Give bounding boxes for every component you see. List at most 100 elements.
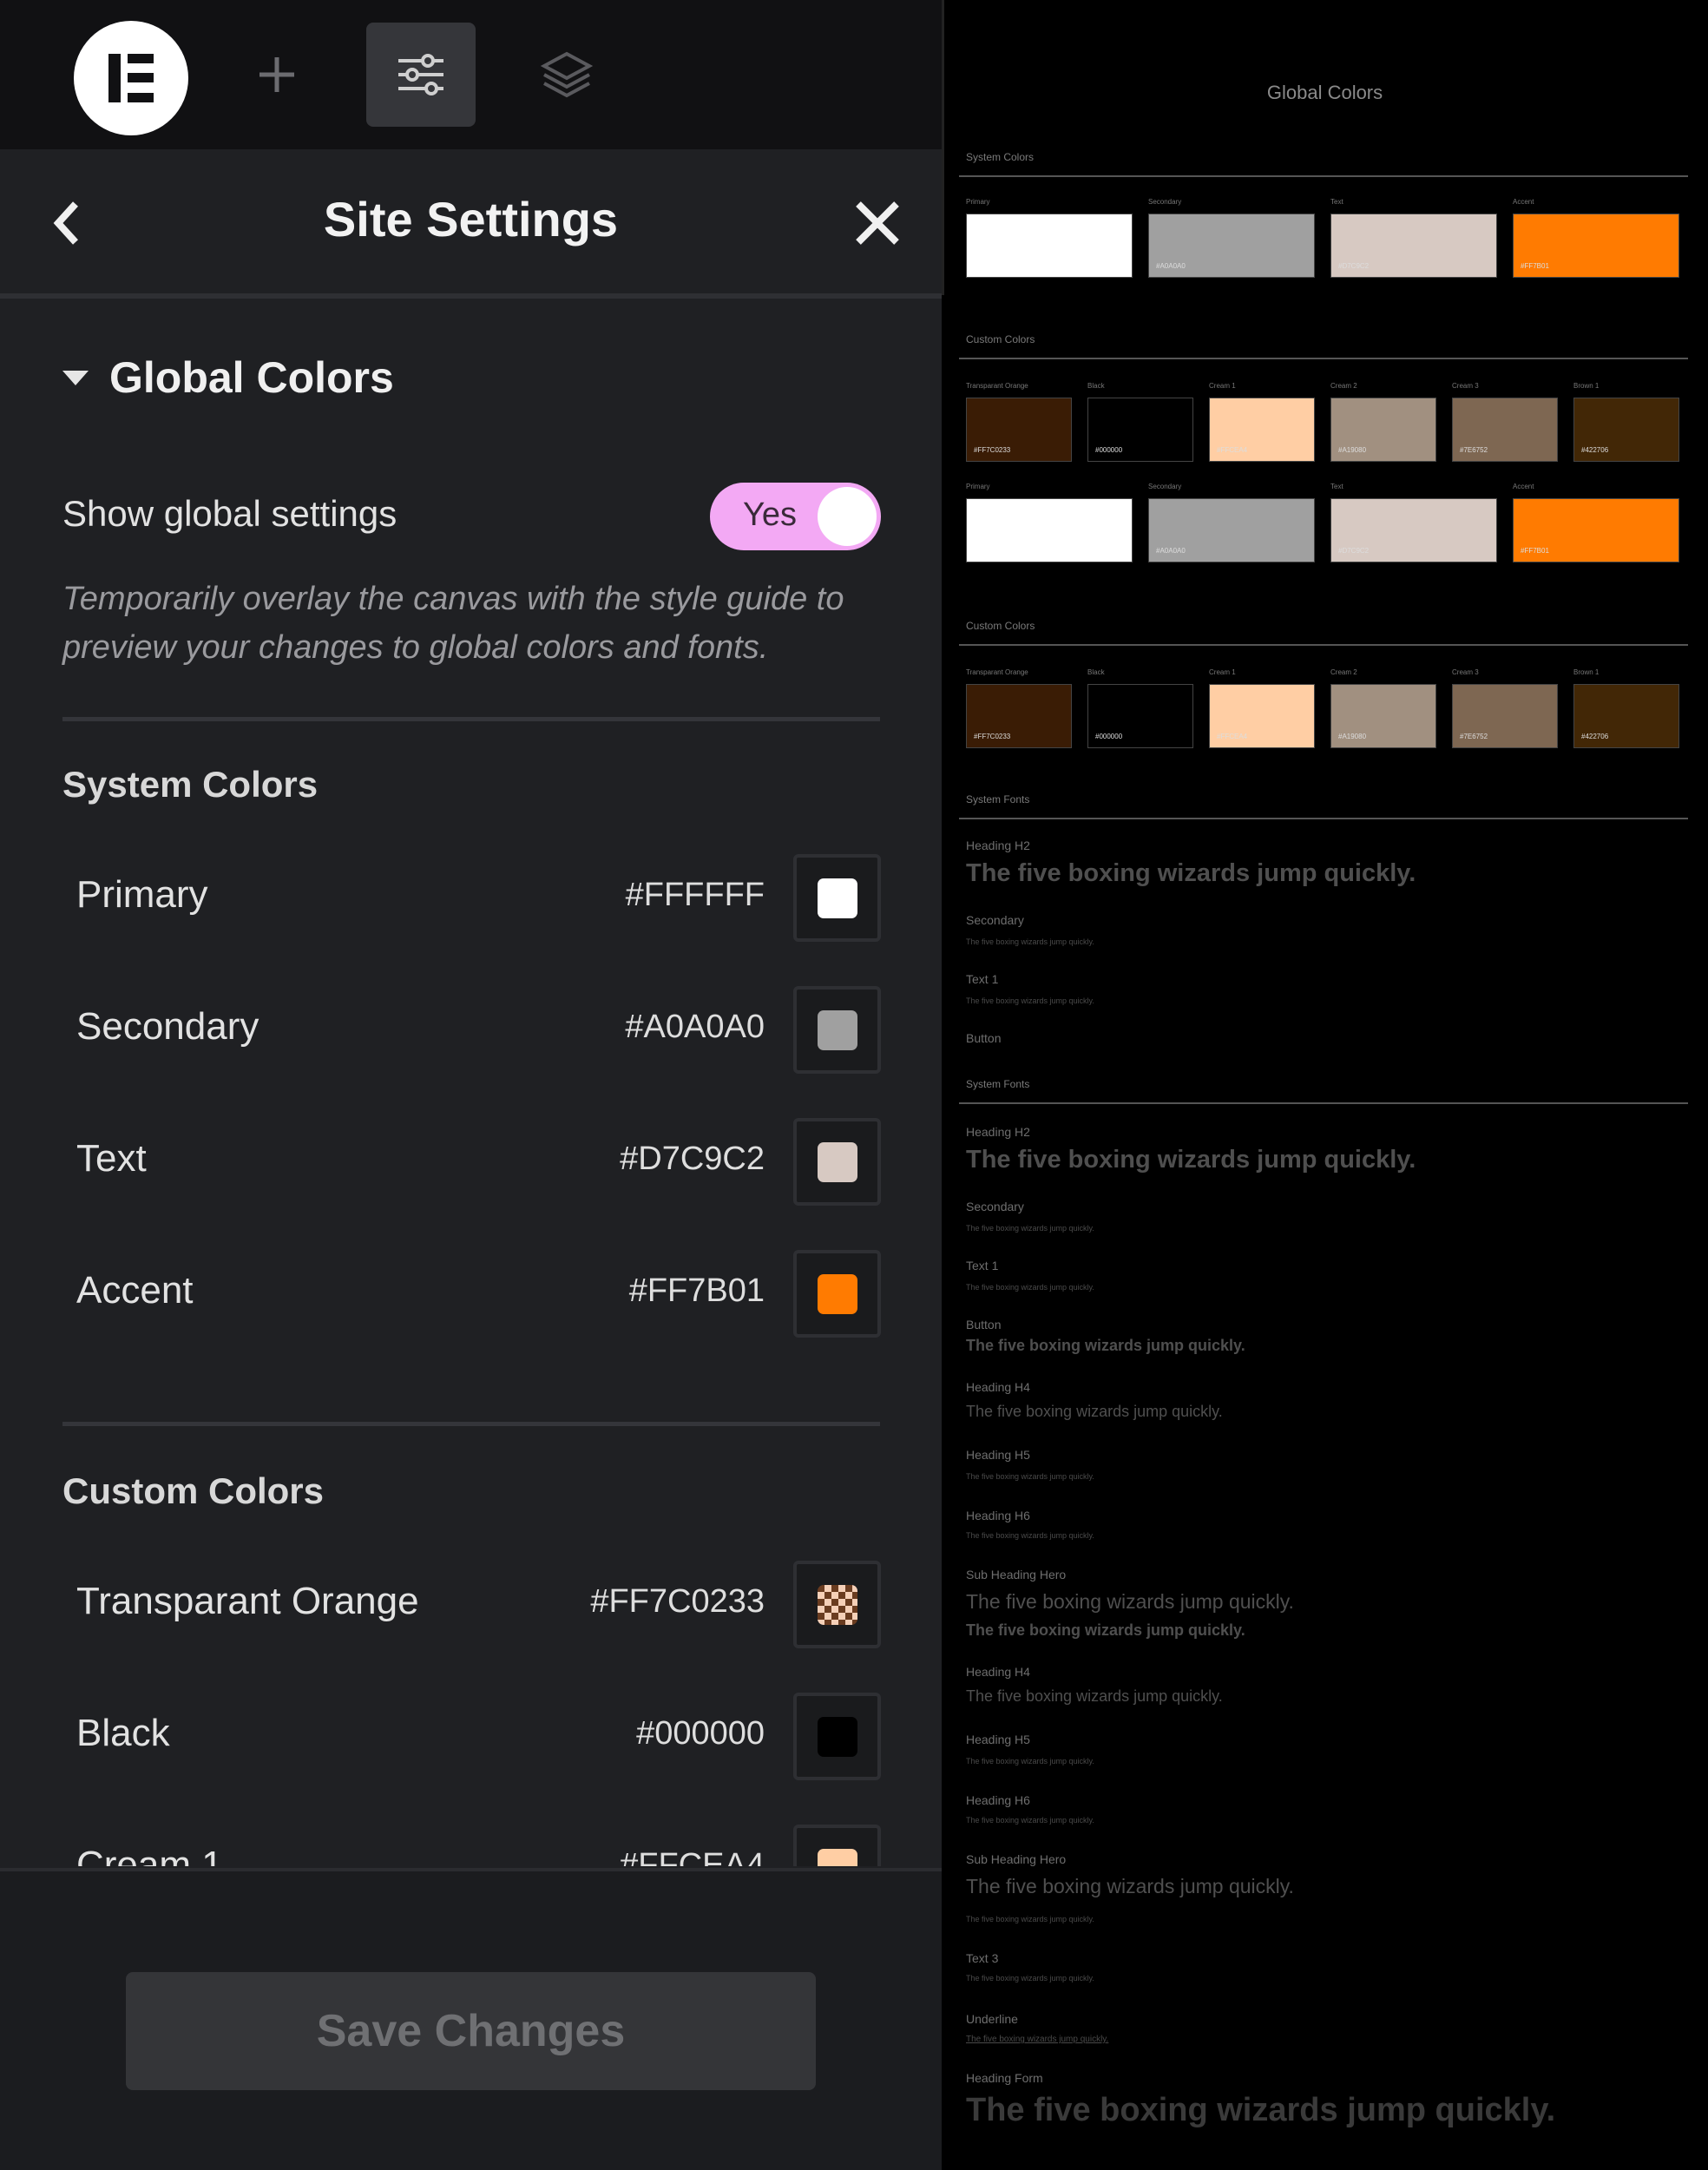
font-label: Heading H4 (966, 1665, 1030, 1679)
close-button[interactable] (847, 193, 908, 253)
font-label: Heading H6 (966, 1793, 1030, 1807)
swatch-hex: #D7C9C2 (1338, 262, 1370, 270)
swatch-hex: #7E6752 (1460, 446, 1488, 454)
swatch-name: Text (1330, 483, 1343, 490)
swatch-box: #A19080 (1330, 684, 1436, 748)
color-swatch (817, 878, 857, 918)
font-label: Text 1 (966, 972, 999, 986)
swatch-box: #000000 (1087, 398, 1193, 462)
toggle-label: Yes (743, 496, 797, 533)
color-picker-button[interactable] (793, 986, 881, 1074)
color-name: Accent (76, 1269, 194, 1312)
structure-button[interactable] (512, 23, 621, 127)
elementor-logo[interactable] (74, 21, 188, 135)
color-swatch (817, 1141, 857, 1182)
swatch-hex: #A0A0A0 (1156, 547, 1186, 555)
color-row[interactable]: Cream 1 #FFCEA4 (76, 1825, 881, 1866)
font-sample: The five boxing wizards jump quickly. (966, 2092, 1556, 2128)
show-global-settings-label: Show global settings (62, 493, 397, 534)
swatch-name: Transparant Orange (966, 382, 1028, 390)
show-global-settings-toggle[interactable]: Yes (710, 483, 881, 550)
swatch-box: #7E6752 (1452, 398, 1558, 462)
font-label: Heading H2 (966, 838, 1030, 852)
swatch-name: Black (1087, 668, 1105, 676)
font-sample: The five boxing wizards jump quickly. (966, 1472, 1094, 1481)
color-row[interactable]: Black #000000 (76, 1693, 881, 1780)
swatch-name: Cream 1 (1209, 668, 1236, 676)
font-sample: The five boxing wizards jump quickly. (966, 1687, 1223, 1705)
font-sample: The five boxing wizards jump quickly. (966, 1757, 1094, 1766)
font-label: Heading H5 (966, 1448, 1030, 1462)
color-picker-button[interactable] (793, 1118, 881, 1206)
color-row[interactable]: Primary #FFFFFF (76, 854, 881, 942)
global-settings-description: Temporarily overlay the canvas with the … (62, 581, 844, 666)
font-label: Heading H2 (966, 1125, 1030, 1139)
preview-system-fonts-label: System Fonts (966, 1078, 1030, 1090)
color-swatch (817, 1584, 857, 1625)
swatch-name: Secondary (1148, 198, 1182, 206)
font-sample: The five boxing wizards jump quickly. (966, 1974, 1094, 1983)
font-sample: The five boxing wizards jump quickly. (966, 1816, 1094, 1825)
swatch-box: #422706 (1573, 398, 1679, 462)
swatch-box: #A0A0A0 (1148, 214, 1315, 278)
color-name: Transparant Orange (76, 1580, 419, 1622)
font-sample: The five boxing wizards jump quickly. (966, 859, 1416, 887)
layers-icon (540, 51, 594, 98)
font-label: Button (966, 1031, 1002, 1045)
color-swatch (817, 1273, 857, 1314)
font-sample: The five boxing wizards jump quickly. (966, 996, 1094, 1005)
custom-colors-title: Custom Colors (62, 1470, 325, 1511)
swatch-hex: #422706 (1581, 446, 1609, 454)
color-row[interactable]: Transparant Orange #FF7C0233 (76, 1561, 881, 1648)
swatch-box: #000000 (1087, 684, 1193, 748)
color-hex: #000000 (636, 1715, 765, 1752)
color-row[interactable]: Secondary #A0A0A0 (76, 986, 881, 1074)
swatch-name: Primary (966, 483, 990, 490)
color-hex: #FFFFFF (625, 877, 765, 913)
global-colors-section-toggle[interactable]: Global Colors (62, 352, 394, 403)
color-name: Black (76, 1712, 170, 1754)
color-picker-button[interactable] (793, 1825, 881, 1866)
preview-system-fonts-label: System Fonts (966, 793, 1030, 806)
swatch-box: #D7C9C2 (1330, 498, 1497, 562)
divider (959, 358, 1688, 359)
font-label: Heading H6 (966, 1509, 1030, 1522)
swatch-name: Transparant Orange (966, 668, 1028, 676)
font-sample: The five boxing wizards jump quickly. (966, 937, 1094, 946)
site-settings-button[interactable] (366, 23, 476, 127)
swatch-hex: #A0A0A0 (1156, 262, 1186, 270)
page-title: Site Settings (323, 192, 619, 247)
font-sample: The five boxing wizards jump quickly. (966, 1915, 1094, 1923)
color-row[interactable]: Text #D7C9C2 (76, 1118, 881, 1206)
save-changes-button[interactable]: Save Changes (126, 1972, 816, 2090)
color-picker-button[interactable] (793, 854, 881, 942)
font-sample: The five boxing wizards jump quickly. (966, 2035, 1109, 2044)
divider (942, 0, 944, 295)
swatch-box: #D7C9C2 (1330, 214, 1497, 278)
swatch-name: Black (1087, 382, 1105, 390)
divider (62, 717, 880, 721)
color-row[interactable]: Accent #FF7B01 (76, 1250, 881, 1338)
swatch-name: Cream 1 (1209, 382, 1236, 390)
font-label: Secondary (966, 913, 1024, 927)
color-picker-button[interactable] (793, 1693, 881, 1780)
font-sample: The five boxing wizards jump quickly. (966, 1146, 1416, 1174)
font-sample: The five boxing wizards jump quickly. (966, 1590, 1294, 1613)
swatch-hex: #422706 (1581, 733, 1609, 740)
font-label: Heading H5 (966, 1733, 1030, 1746)
color-picker-button[interactable] (793, 1250, 881, 1338)
swatch-hex: #FF7B01 (1521, 262, 1549, 270)
add-element-button[interactable] (222, 23, 332, 127)
swatch-box (966, 214, 1133, 278)
color-name: Text (76, 1137, 147, 1180)
color-name: Cream 1 (76, 1844, 223, 1866)
color-swatch (817, 1009, 857, 1050)
plus-icon (259, 57, 294, 92)
caret-down-icon (62, 370, 89, 385)
swatch-hex: #FFCEA4 (1217, 446, 1248, 454)
color-picker-button[interactable] (793, 1561, 881, 1648)
preview-custom-colors-label: Custom Colors (966, 620, 1035, 632)
color-hex: #A0A0A0 (625, 1009, 765, 1045)
font-sample: The five boxing wizards jump quickly. (966, 1337, 1245, 1354)
swatch-hex: #000000 (1095, 733, 1123, 740)
